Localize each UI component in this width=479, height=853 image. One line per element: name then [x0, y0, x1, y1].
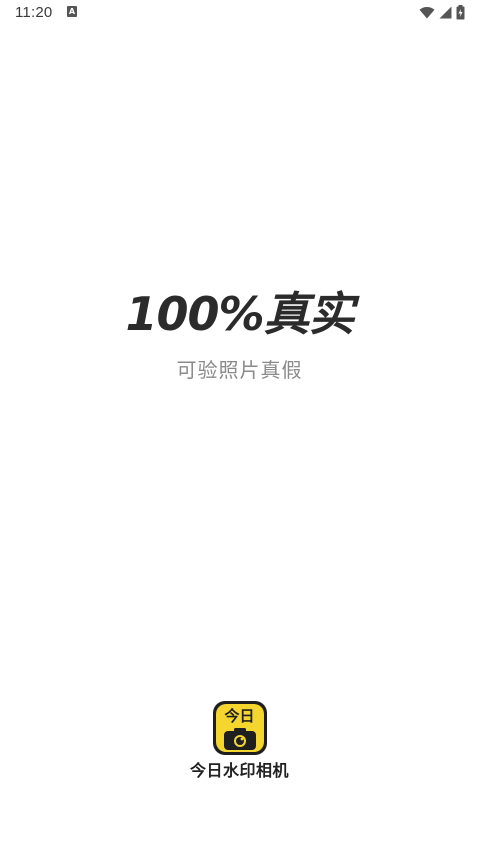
- status-bar: 11:20 A: [0, 0, 479, 28]
- status-time: 11:20: [15, 4, 53, 21]
- splash-slogan: 100%真实 可验照片真假: [0, 286, 479, 382]
- wifi-icon: [419, 6, 435, 18]
- slogan-headline: 100%真实: [125, 287, 354, 341]
- app-logo-text: 今日: [224, 707, 255, 725]
- signal-icon: [439, 6, 452, 18]
- slogan-subline: 可验照片真假: [176, 358, 303, 382]
- camera-icon: [223, 728, 256, 750]
- app-name: 今日水印相机: [189, 761, 289, 780]
- app-logo: 今日: [212, 701, 267, 755]
- system-icons: [419, 4, 465, 20]
- brand-block: 今日 今日水印相机: [0, 701, 479, 781]
- battery-icon: [456, 4, 465, 19]
- notification-icon: A: [67, 6, 77, 17]
